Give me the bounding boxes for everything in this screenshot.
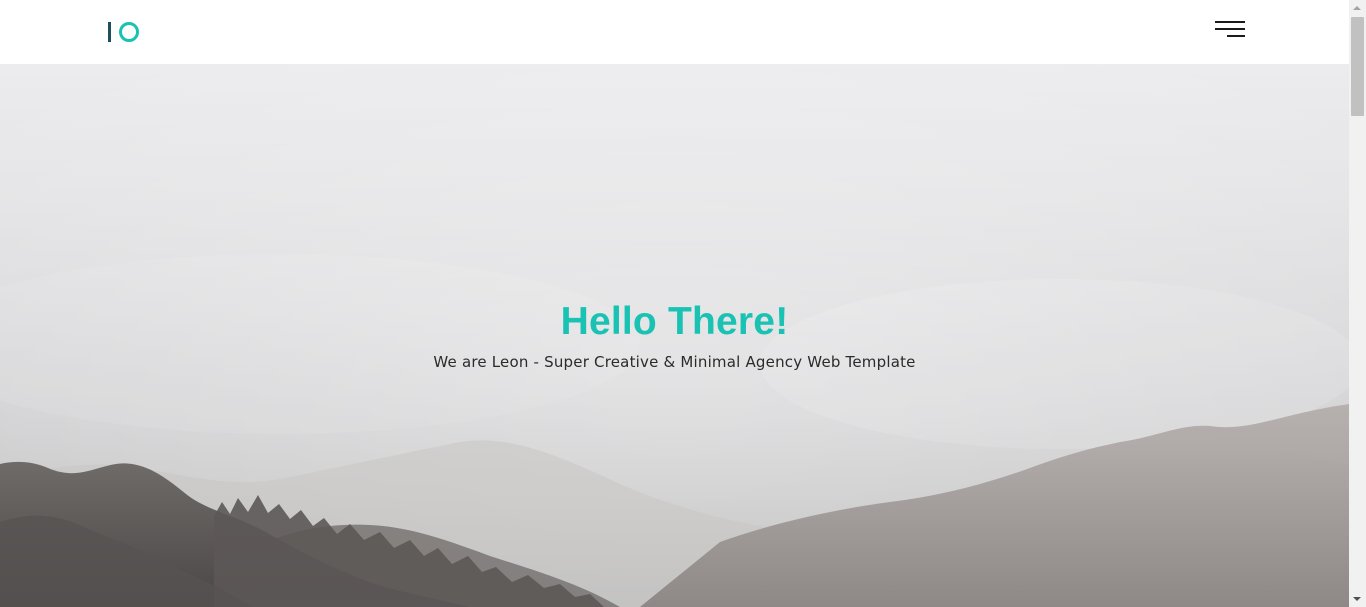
hamburger-menu-line [1227, 35, 1245, 37]
scrollbar-thumb[interactable] [1351, 17, 1364, 116]
hero-section: Hello There! We are Leon - Super Creativ… [0, 64, 1349, 607]
vertical-scrollbar[interactable] [1349, 0, 1366, 607]
scroll-down-arrow-icon[interactable] [1353, 597, 1361, 601]
hamburger-menu-line [1215, 28, 1245, 30]
logo-ring-mark [119, 22, 139, 42]
browser-viewport: Hello There! We are Leon - Super Creativ… [0, 0, 1366, 607]
logo-bar-mark [108, 22, 111, 42]
top-navigation-bar [0, 0, 1349, 64]
hero-title: Hello There! [560, 300, 789, 343]
hero-subtitle: We are Leon - Super Creative & Minimal A… [433, 353, 916, 371]
hamburger-menu-button[interactable] [1212, 18, 1248, 42]
io-logo-icon[interactable] [107, 20, 141, 44]
hero-content: Hello There! We are Leon - Super Creativ… [0, 299, 1349, 373]
page: Hello There! We are Leon - Super Creativ… [0, 0, 1349, 607]
hamburger-menu-icon [1215, 21, 1245, 23]
scroll-up-arrow-icon[interactable] [1353, 6, 1361, 10]
